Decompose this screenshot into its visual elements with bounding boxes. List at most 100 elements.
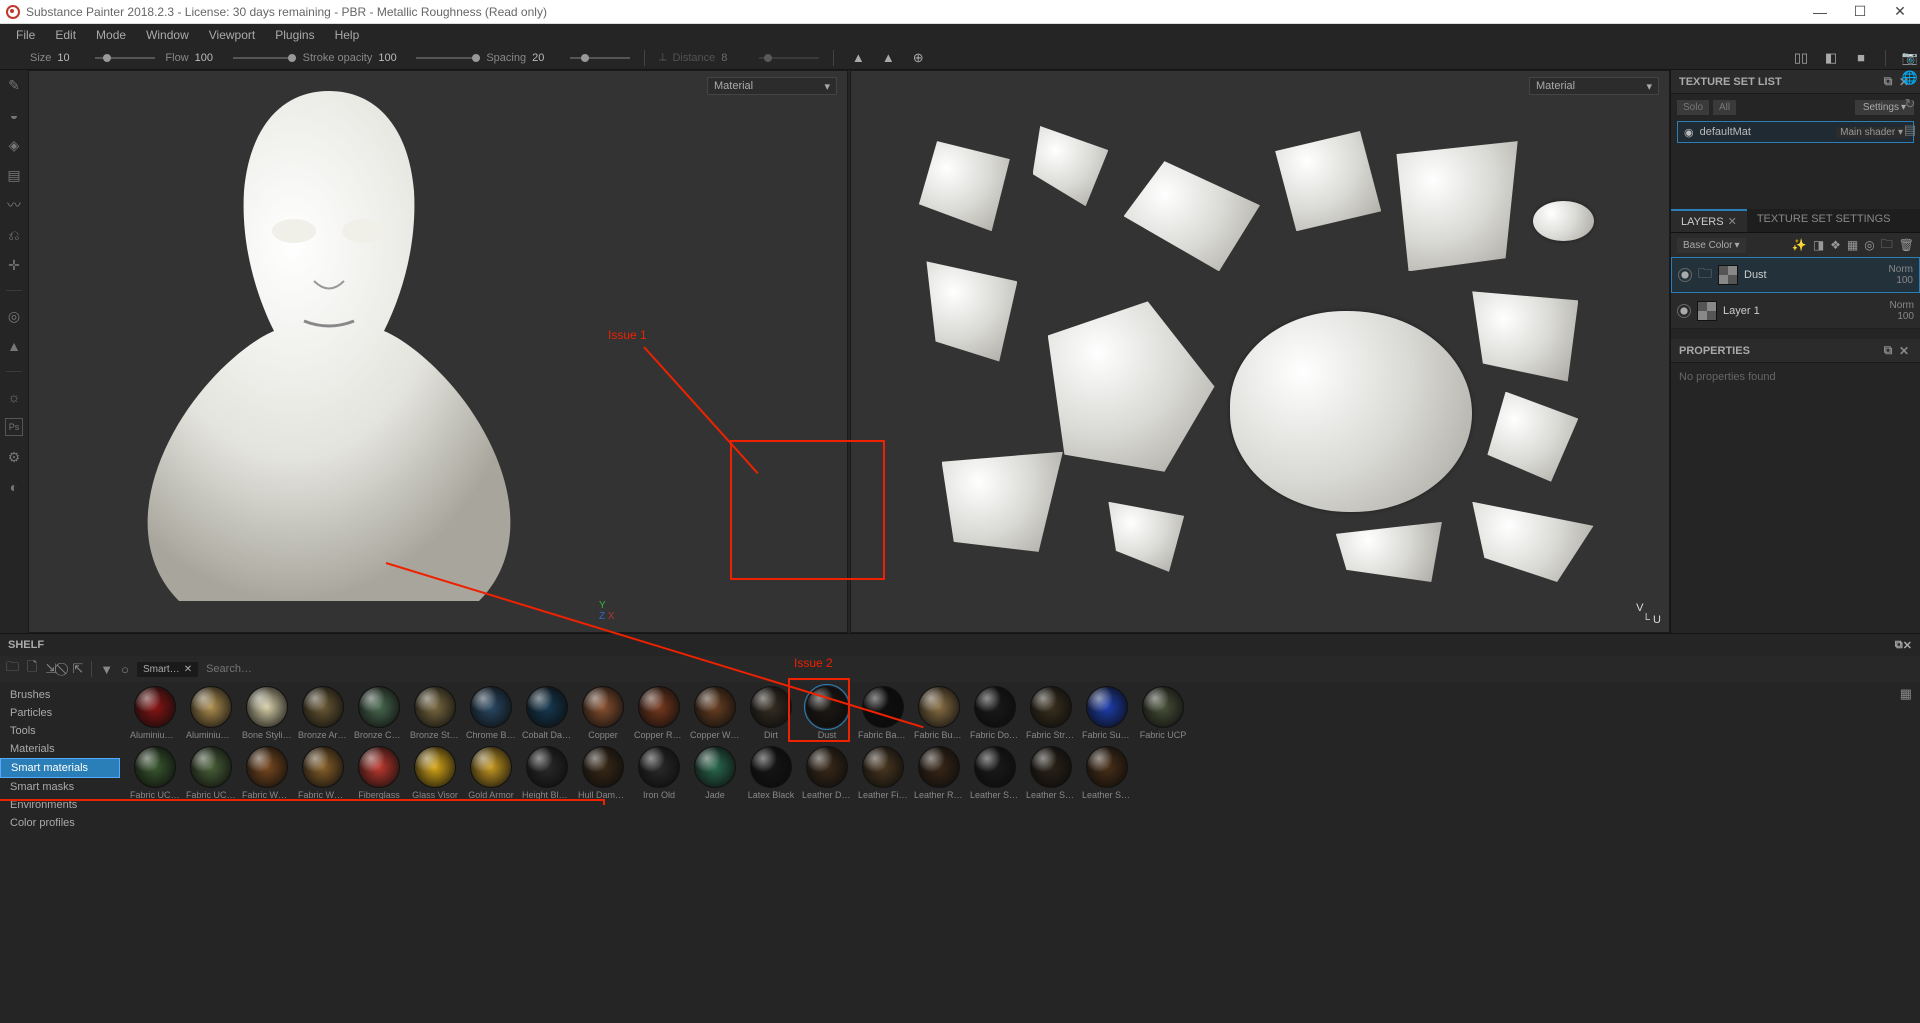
visibility-icon[interactable]: ◉ bbox=[1684, 126, 1694, 139]
close-button[interactable]: ✕ bbox=[1880, 0, 1920, 24]
smart-material-item[interactable]: Dust bbox=[802, 686, 852, 740]
smart-material-item[interactable]: Fabric Supe… bbox=[1082, 686, 1132, 740]
smart-material-item[interactable]: Copper bbox=[578, 686, 628, 740]
add-layer-icon[interactable]: ❖ bbox=[1830, 238, 1841, 252]
brush-spacing-slider[interactable] bbox=[570, 57, 630, 59]
menu-edit[interactable]: Edit bbox=[45, 28, 86, 42]
polygon-fill-tool-icon[interactable]: ▤ bbox=[5, 166, 23, 184]
smart-material-item[interactable]: Fabric UCP … bbox=[186, 746, 236, 800]
shelf-export-icon[interactable]: ⇱ bbox=[72, 661, 83, 677]
shelf-category[interactable]: Brushes bbox=[0, 686, 120, 704]
smart-material-item[interactable]: Iron Old bbox=[634, 746, 684, 800]
shelf-category[interactable]: Materials bbox=[0, 740, 120, 758]
add-smart-icon[interactable]: ◎ bbox=[1864, 238, 1874, 252]
add-folder-icon[interactable]: 🗀 bbox=[1881, 235, 1893, 256]
photoshop-icon[interactable]: Ps bbox=[5, 418, 23, 436]
smart-material-item[interactable]: Gold Armor bbox=[466, 746, 516, 800]
shelf-category[interactable]: Color profiles bbox=[0, 814, 120, 832]
panel-close-icon[interactable]: ✕ bbox=[1903, 639, 1912, 652]
iray-icon[interactable]: ☼ bbox=[5, 388, 23, 406]
smart-material-item[interactable]: Bronze Cor… bbox=[354, 686, 404, 740]
brush-opacity-slider[interactable] bbox=[416, 57, 476, 59]
viewport-2d[interactable]: Material▾ V └ U bbox=[850, 70, 1670, 633]
smart-material-item[interactable]: Aluminium … bbox=[130, 686, 180, 740]
smart-material-item[interactable]: Copper Red… bbox=[634, 686, 684, 740]
viewport-3d[interactable]: Material▾ Y Z X bbox=[28, 70, 848, 633]
shelf-search-input[interactable] bbox=[206, 663, 506, 675]
menu-window[interactable]: Window bbox=[136, 28, 199, 42]
maximize-button[interactable]: ☐ bbox=[1840, 0, 1880, 24]
layer-thumb[interactable] bbox=[1697, 301, 1717, 321]
grid-view-icon[interactable]: ▦ bbox=[1900, 686, 1912, 702]
solo-button[interactable]: Solo bbox=[1677, 100, 1709, 115]
settings-icon[interactable]: ⚙ bbox=[5, 448, 23, 466]
smart-material-item[interactable]: Fabric Dob… bbox=[970, 686, 1020, 740]
smart-material-item[interactable]: Bronze Arm… bbox=[298, 686, 348, 740]
layer-visibility-icon[interactable] bbox=[1678, 268, 1692, 282]
brush-flow-value[interactable]: 100 bbox=[195, 52, 227, 64]
smart-material-item[interactable]: Leather Fin… bbox=[858, 746, 908, 800]
help-icon[interactable]: ◐ bbox=[5, 478, 23, 496]
symmetry-axes-icon[interactable]: ▲ bbox=[878, 48, 898, 68]
history-icon[interactable]: ↻ bbox=[1905, 96, 1916, 112]
smart-material-item[interactable]: Chrome Blu… bbox=[466, 686, 516, 740]
brush-spacing-value[interactable]: 20 bbox=[532, 52, 564, 64]
projection-tool-icon[interactable]: ◈ bbox=[5, 136, 23, 154]
smart-material-item[interactable]: Jade bbox=[690, 746, 740, 800]
effect-icon[interactable]: ✨ bbox=[1792, 238, 1807, 252]
close-icon[interactable]: ✕ bbox=[184, 664, 192, 675]
smart-material-item[interactable]: Aluminium … bbox=[186, 686, 236, 740]
folder-icon[interactable]: 🗀 bbox=[1698, 263, 1712, 287]
smart-material-item[interactable]: Leather Ro… bbox=[914, 746, 964, 800]
smart-material-item[interactable]: Bronze Stat… bbox=[410, 686, 460, 740]
brush-flow-slider[interactable] bbox=[233, 57, 293, 59]
smart-material-item[interactable]: Fabric WO… bbox=[298, 746, 348, 800]
smart-material-item[interactable]: Fabric UCP … bbox=[130, 746, 180, 800]
smart-material-item[interactable]: Bone Stylized bbox=[242, 686, 292, 740]
brush-opacity-value[interactable]: 100 bbox=[378, 52, 410, 64]
symmetry-icon[interactable]: ▲ bbox=[848, 48, 868, 68]
layer-name[interactable]: Dust bbox=[1744, 269, 1883, 281]
shelf-category[interactable]: Smart masks bbox=[0, 778, 120, 796]
smudge-tool-icon[interactable]: 〰 bbox=[5, 196, 23, 214]
shelf-category[interactable]: Smart materials bbox=[0, 758, 120, 778]
viewer-3d-icon[interactable]: ◧ bbox=[1821, 48, 1841, 68]
smart-material-item[interactable]: Fabric Base… bbox=[858, 686, 908, 740]
brush-tool-icon[interactable]: ✎ bbox=[5, 76, 23, 94]
smart-material-item[interactable]: Cobalt Dam… bbox=[522, 686, 572, 740]
smart-material-item[interactable]: Fabric UCP bbox=[1138, 686, 1188, 740]
shelf-category[interactable]: Tools bbox=[0, 722, 120, 740]
symmetry-range-icon[interactable]: ⊕ bbox=[908, 48, 928, 68]
smart-material-item[interactable]: Fabric Stret… bbox=[1026, 686, 1076, 740]
panel-popout-icon[interactable]: ⧉ bbox=[1880, 74, 1896, 89]
panel-popout-icon[interactable]: ⧉ bbox=[1895, 639, 1903, 652]
log-icon[interactable]: ▤ bbox=[1904, 122, 1916, 138]
panel-close-icon[interactable]: ✕ bbox=[1896, 344, 1912, 358]
close-icon[interactable]: ✕ bbox=[1728, 216, 1737, 228]
shelf-category[interactable]: Particles bbox=[0, 704, 120, 722]
brush-size-slider[interactable] bbox=[95, 57, 155, 59]
shelf-category[interactable]: Environments bbox=[0, 796, 120, 814]
smart-material-item[interactable]: Leather Sofa bbox=[1082, 746, 1132, 800]
filter-chip[interactable]: Smart…✕ bbox=[137, 662, 198, 677]
menu-mode[interactable]: Mode bbox=[86, 28, 136, 42]
viewer-video-icon[interactable]: ■ bbox=[1851, 48, 1871, 68]
render-mode-dropdown-2d[interactable]: Material▾ bbox=[1529, 77, 1659, 95]
eraser-tool-icon[interactable]: ◒ bbox=[5, 106, 23, 124]
shelf-import-icon[interactable]: ⇲ bbox=[45, 661, 56, 677]
layer-visibility-icon[interactable] bbox=[1677, 304, 1691, 318]
smart-material-item[interactable]: Dirt bbox=[746, 686, 796, 740]
mask-icon[interactable]: ◨ bbox=[1813, 238, 1824, 252]
smart-material-item[interactable]: Latex Black bbox=[746, 746, 796, 800]
smart-material-item[interactable]: Hull Damag… bbox=[578, 746, 628, 800]
smart-material-item[interactable]: Leather Sea… bbox=[970, 746, 1020, 800]
smart-material-item[interactable]: Fiberglass bbox=[354, 746, 404, 800]
smart-material-item[interactable]: Copper Worn bbox=[690, 686, 740, 740]
menu-plugins[interactable]: Plugins bbox=[265, 28, 324, 42]
menu-help[interactable]: Help bbox=[325, 28, 370, 42]
filter-icon[interactable]: ▼ bbox=[100, 662, 113, 677]
panel-popout-icon[interactable]: ⧉ bbox=[1880, 343, 1896, 358]
picker-tool-icon[interactable]: ✛ bbox=[5, 256, 23, 274]
shelf-new-icon[interactable]: 🗋 bbox=[27, 658, 37, 680]
layer-name[interactable]: Layer 1 bbox=[1723, 305, 1884, 317]
